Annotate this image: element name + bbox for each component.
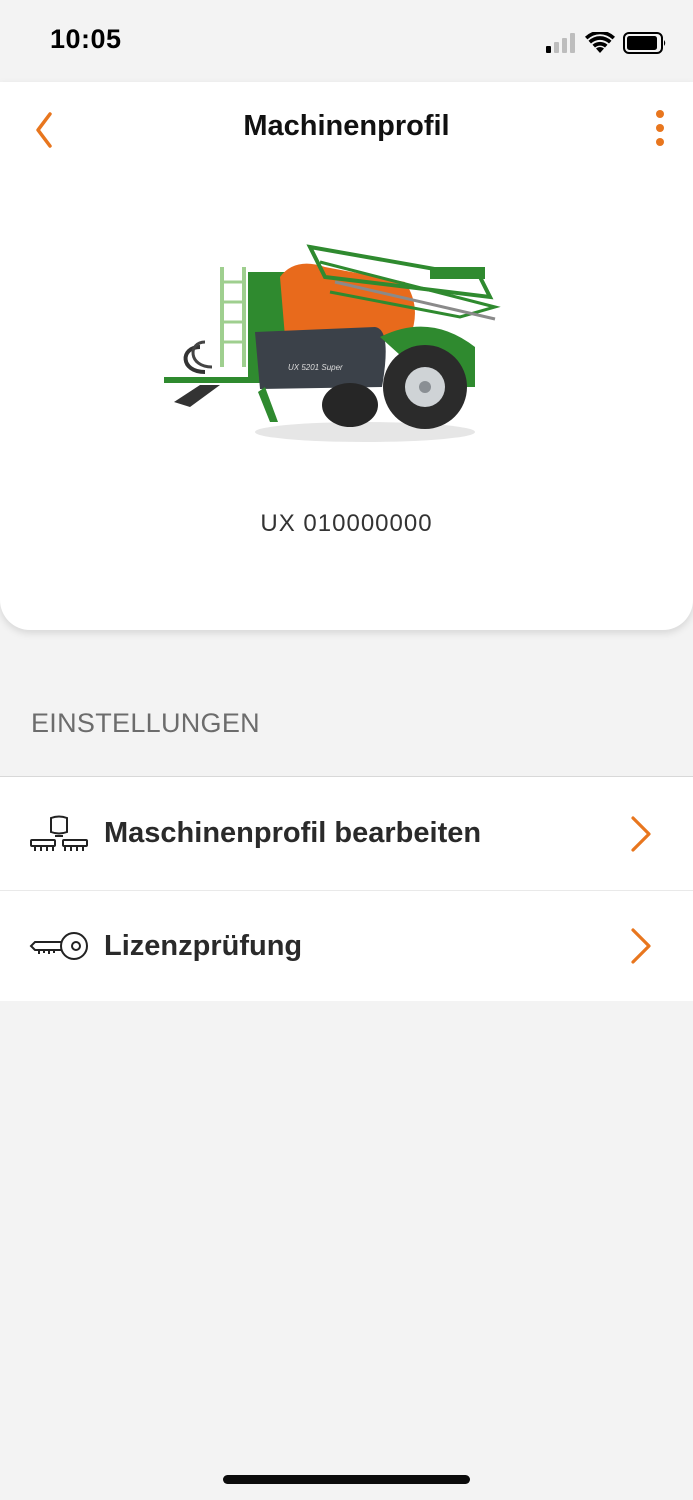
- chevron-right-icon: [631, 928, 651, 964]
- svg-text:UX 5201 Super: UX 5201 Super: [288, 363, 343, 372]
- key-icon: [29, 932, 88, 960]
- machine-image: UX 5201 Super: [164, 244, 501, 442]
- chevron-right-icon: [631, 815, 651, 852]
- machine-card: Machinenprofil UX 5201 Super UX 01000000…: [0, 82, 693, 630]
- list-item-license-check[interactable]: Lizenzprüfung: [0, 890, 693, 1001]
- home-indicator[interactable]: [223, 1475, 470, 1484]
- wifi-icon: [585, 32, 615, 53]
- battery-icon: [623, 32, 666, 54]
- list-item-edit-machine-profile[interactable]: Maschinenprofil bearbeiten: [0, 777, 693, 890]
- status-icons: [545, 30, 667, 56]
- cellular-signal-icon: [546, 33, 575, 53]
- status-bar: 10:05: [0, 0, 693, 82]
- more-vertical-icon: [656, 110, 664, 146]
- settings-list: Maschinenprofil bearbeiten Lizenzprüfung: [0, 776, 693, 1001]
- status-time: 10:05: [50, 24, 122, 54]
- machine-profile-icon: [30, 815, 88, 851]
- machine-serial-number: UX 010000000: [260, 510, 433, 537]
- more-menu-button[interactable]: [647, 108, 673, 152]
- section-title-settings: EINSTELLUNGEN: [31, 708, 260, 738]
- list-item-label: Maschinenprofil bearbeiten: [104, 817, 482, 849]
- list-item-label: Lizenzprüfung: [104, 929, 303, 962]
- page-title: Machinenprofil: [243, 110, 450, 142]
